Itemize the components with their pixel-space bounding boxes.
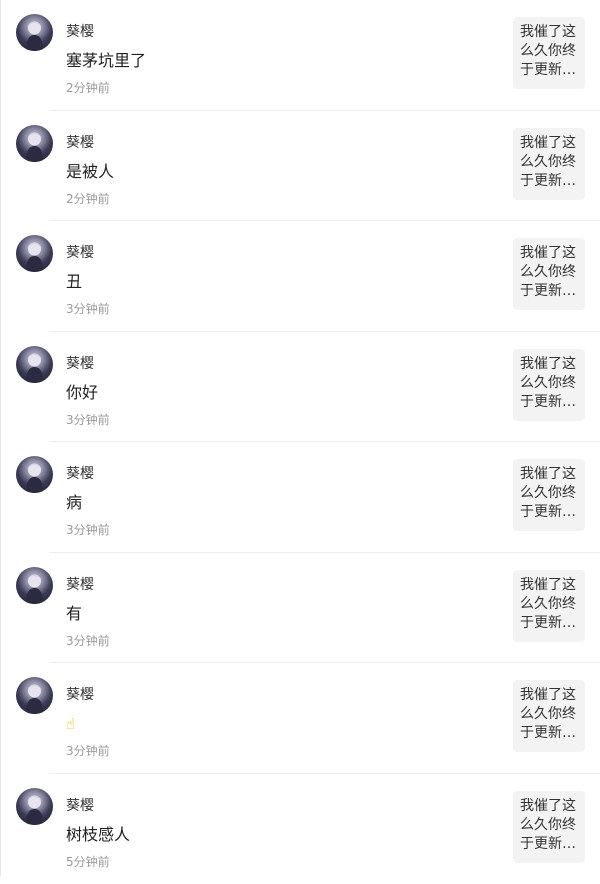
comment-notification-page: 葵樱 塞茅坑里了 2分钟前 我催了这么久你终于更新… 葵樱 是被人 2分钟前 我… [0,0,600,876]
comment-username[interactable]: 葵樱 [66,465,94,483]
avatar[interactable] [16,677,53,714]
comment-username[interactable]: 葵樱 [66,23,94,41]
comment-item[interactable]: 葵樱 塞茅坑里了 2分钟前 我催了这么久你终于更新… [1,0,600,111]
quoted-post-preview[interactable]: 我催了这么久你终于更新… [513,791,585,863]
quoted-post-preview[interactable]: 我催了这么久你终于更新… [513,570,585,642]
comment-item[interactable]: 葵樱 ☝ 3分钟前 我催了这么久你终于更新… [1,663,600,774]
comment-time: 3分钟前 [66,743,110,759]
comment-text: 是被人 [66,161,114,183]
avatar[interactable] [16,788,53,825]
avatar[interactable] [16,14,53,51]
comment-username[interactable]: 葵樱 [66,244,94,262]
pointing-up-emoji-icon: ☝ [66,713,75,735]
comment-item[interactable]: 葵樱 树枝感人 5分钟前 我催了这么久你终于更新… [1,774,600,884]
quoted-post-preview[interactable]: 我催了这么久你终于更新… [513,128,585,200]
comment-username[interactable]: 葵樱 [66,576,94,594]
avatar[interactable] [16,125,53,162]
comment-item[interactable]: 葵樱 你好 3分钟前 我催了这么久你终于更新… [1,332,600,443]
avatar[interactable] [16,567,53,604]
comment-text: 你好 [66,382,98,404]
comment-item[interactable]: 葵樱 病 3分钟前 我催了这么久你终于更新… [1,442,600,553]
comment-time: 3分钟前 [66,412,110,428]
comment-username[interactable]: 葵樱 [66,686,94,704]
quoted-post-preview[interactable]: 我催了这么久你终于更新… [513,459,585,531]
avatar[interactable] [16,346,53,383]
comment-text: 丑 [66,271,82,293]
comment-list: 葵樱 塞茅坑里了 2分钟前 我催了这么久你终于更新… 葵樱 是被人 2分钟前 我… [1,0,600,884]
comment-text: 有 [66,603,82,625]
comment-username[interactable]: 葵樱 [66,797,94,815]
avatar[interactable] [16,456,53,493]
quoted-post-preview[interactable]: 我催了这么久你终于更新… [513,680,585,752]
comment-text: ☝ [66,713,75,735]
comment-time: 3分钟前 [66,301,110,317]
comment-item[interactable]: 葵樱 有 3分钟前 我催了这么久你终于更新… [1,553,600,664]
comment-item[interactable]: 葵樱 丑 3分钟前 我催了这么久你终于更新… [1,221,600,332]
comment-text: 塞茅坑里了 [66,50,146,72]
quoted-post-preview[interactable]: 我催了这么久你终于更新… [513,17,585,89]
comment-time: 2分钟前 [66,80,110,96]
comment-time: 2分钟前 [66,191,110,207]
comment-time: 3分钟前 [66,522,110,538]
comment-username[interactable]: 葵樱 [66,134,94,152]
avatar[interactable] [16,235,53,272]
comment-time: 3分钟前 [66,633,110,649]
comment-item[interactable]: 葵樱 是被人 2分钟前 我催了这么久你终于更新… [1,111,600,222]
comment-text: 树枝感人 [66,824,130,846]
comment-text: 病 [66,492,82,514]
comment-time: 5分钟前 [66,854,110,870]
quoted-post-preview[interactable]: 我催了这么久你终于更新… [513,238,585,310]
quoted-post-preview[interactable]: 我催了这么久你终于更新… [513,349,585,421]
comment-username[interactable]: 葵樱 [66,355,94,373]
